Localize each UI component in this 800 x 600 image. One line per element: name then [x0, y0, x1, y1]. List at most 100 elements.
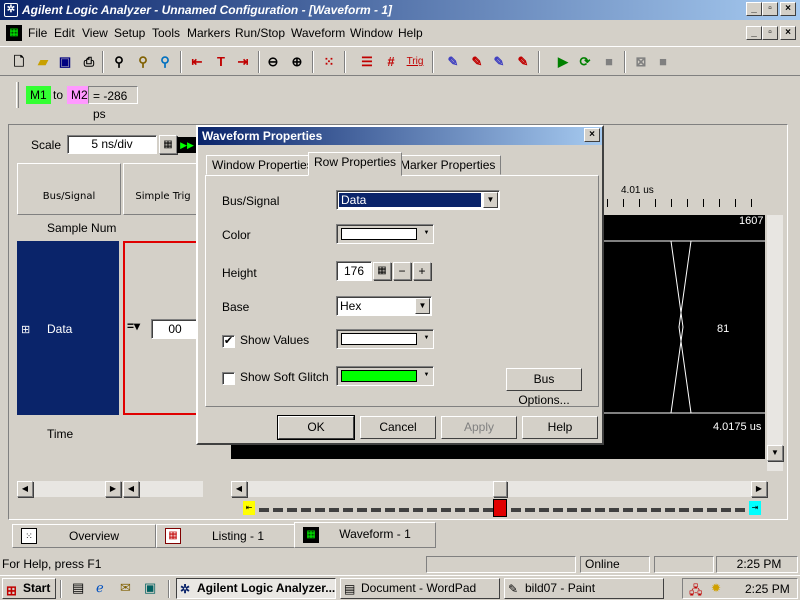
menu-view[interactable]: View — [82, 26, 108, 40]
cancel-icon[interactable]: ⊠ — [632, 53, 650, 71]
menu-setup[interactable]: Setup — [114, 26, 145, 40]
open-folder-icon[interactable]: ▰ — [34, 53, 52, 71]
mdi-document-icon[interactable]: ▦ — [6, 25, 22, 41]
glitch-color-picker[interactable]: ▼ — [336, 366, 434, 386]
new-icon[interactable]: 🗋 — [10, 53, 28, 71]
trig-button[interactable]: Trig — [404, 53, 426, 71]
ok-button[interactable]: OK — [277, 415, 355, 440]
find-prev-icon[interactable]: ⚲ — [156, 53, 174, 71]
mixed-signal-icon[interactable]: ⁙ — [320, 53, 338, 71]
menu-file[interactable]: File — [28, 26, 47, 40]
start-button[interactable]: ⊞ Start — [2, 578, 56, 599]
cancel-button[interactable]: Cancel — [360, 416, 436, 439]
overview-start-icon[interactable]: ⇤ — [243, 501, 255, 515]
stop-square-icon[interactable]: ■ — [654, 53, 672, 71]
network-icon[interactable]: 🖧 — [689, 581, 702, 600]
calculator-icon[interactable]: ▦ — [159, 135, 177, 154]
marker-pen-3-icon[interactable]: ✎ — [490, 53, 508, 71]
base-dropdown-icon[interactable]: ▼ — [415, 298, 430, 314]
chevron-down-icon[interactable]: ▼ — [483, 192, 498, 208]
run-repetitive-icon[interactable]: ⟳ — [576, 53, 594, 71]
close-button[interactable]: × — [780, 2, 796, 16]
menu-markers[interactable]: Markers — [187, 26, 230, 40]
values-color-dropdown-icon[interactable]: ▼ — [421, 331, 432, 347]
height-decrement-button[interactable]: − — [393, 262, 411, 280]
child-restore-button[interactable]: ▫ — [762, 26, 778, 40]
glitch-color-dropdown-icon[interactable]: ▼ — [421, 368, 432, 384]
tab-waveform[interactable]: ▦ Waveform - 1 — [294, 522, 436, 548]
simple-trigger-column-header[interactable]: Simple Trig — [123, 185, 203, 211]
time-ruler[interactable]: 4.01 us — [605, 183, 765, 211]
child-close-button[interactable]: × — [780, 26, 796, 40]
task-paint[interactable]: ✎ bild07 - Paint — [504, 578, 664, 599]
trigger-cell[interactable]: =▾ 00 — [123, 241, 203, 415]
vertical-scrollbar[interactable]: ▼ — [767, 215, 783, 471]
tab-overview[interactable]: ⁙ Overview — [12, 524, 156, 548]
height-input[interactable]: 176 — [336, 261, 372, 281]
bus-options-button[interactable]: Bus Options... — [506, 368, 582, 407]
go-to-beginning-icon[interactable]: ⇤ — [188, 53, 206, 71]
equals-dropdown-icon[interactable]: =▾ — [127, 319, 140, 333]
menu-waveform[interactable]: Waveform — [291, 26, 345, 40]
window-title-bar[interactable]: ✲ Agilent Logic Analyzer - Unnamed Confi… — [0, 0, 800, 20]
explorer-icon[interactable]: ✉ — [120, 580, 131, 596]
base-select[interactable]: Hex ▼ — [336, 296, 432, 316]
tab-row-properties[interactable]: Row Properties — [308, 152, 403, 176]
find-next-icon[interactable]: ⚲ — [134, 53, 152, 71]
save-icon[interactable]: ▣ — [56, 53, 74, 71]
expand-icon[interactable]: ⊞ — [21, 323, 30, 336]
internet-explorer-icon[interactable]: ℯ — [96, 580, 104, 596]
task-agilent[interactable]: ✲ Agilent Logic Analyzer... — [176, 578, 336, 599]
sun-icon[interactable]: ✹ — [711, 581, 721, 595]
go-to-end-icon[interactable]: ⇥ — [234, 53, 252, 71]
dialog-close-button[interactable]: × — [584, 128, 600, 142]
values-color-picker[interactable]: ▼ — [336, 329, 434, 349]
zoom-in-icon[interactable]: ⊕ — [288, 53, 306, 71]
tab-listing[interactable]: ▦ Listing - 1 — [156, 524, 300, 548]
menu-window[interactable]: Window — [350, 26, 393, 40]
restore-button[interactable]: ▫ — [762, 2, 778, 16]
tab-marker-properties[interactable]: Marker Properties — [394, 155, 502, 175]
stop-icon[interactable]: ■ — [600, 53, 618, 71]
task-wordpad[interactable]: ▤ Document - WordPad — [340, 578, 500, 599]
signal-grid-icon[interactable]: # — [382, 53, 400, 71]
apply-button[interactable]: Apply — [441, 416, 517, 439]
marker-pen-4-icon[interactable]: ✎ — [514, 53, 532, 71]
trigger-value-input[interactable]: 00 — [151, 319, 199, 339]
bus-signal-column-header[interactable]: Bus/Signal — [17, 185, 121, 211]
minimize-button[interactable]: _ — [746, 2, 762, 16]
color-dropdown-icon[interactable]: ▼ — [421, 226, 432, 242]
waveform-nav-icon[interactable]: ▶▶ — [177, 137, 197, 153]
data-row-label[interactable]: ⊞ Data — [17, 241, 119, 415]
color-picker[interactable]: ▼ — [336, 224, 434, 244]
show-soft-glitch-checkbox[interactable] — [222, 372, 235, 385]
show-values-checkbox[interactable]: ✔ — [222, 335, 235, 348]
menu-run-stop[interactable]: Run/Stop — [235, 26, 285, 40]
wave-scroll-left-icon[interactable]: ◀ — [231, 481, 247, 497]
help-button[interactable]: Help — [522, 416, 598, 439]
overview-strip[interactable]: ⇤ ⇥ — [243, 499, 761, 517]
scroll-left-icon[interactable]: ◀ — [17, 481, 33, 497]
trigger-column-scrollbar[interactable]: ◀ — [123, 481, 203, 497]
marker-pen-2-icon[interactable]: ✎ — [468, 53, 486, 71]
child-minimize-button[interactable]: _ — [746, 26, 762, 40]
menu-tools[interactable]: Tools — [152, 26, 180, 40]
wave-scroll-right-icon[interactable]: ▶ — [751, 481, 767, 497]
waveform-scrollbar[interactable]: ◀ ▶ — [231, 481, 767, 497]
scroll-left-icon-2[interactable]: ◀ — [123, 481, 139, 497]
bus-column-scrollbar[interactable]: ◀ ▶ — [17, 481, 121, 497]
marker-pen-1-icon[interactable]: ✎ — [444, 53, 462, 71]
scroll-right-icon[interactable]: ▶ — [105, 481, 121, 497]
height-increment-button[interactable]: + — [413, 262, 431, 280]
m1-badge[interactable]: M1 — [26, 86, 51, 104]
terminal-icon[interactable]: ▣ — [144, 580, 156, 596]
zoom-out-icon[interactable]: ⊖ — [264, 53, 282, 71]
dialog-title-bar[interactable]: Waveform Properties × — [198, 127, 602, 145]
go-to-trigger-icon[interactable]: T — [212, 53, 230, 71]
bus-signal-select[interactable]: Data ▼ — [336, 190, 500, 210]
overview-end-icon[interactable]: ⇥ — [749, 501, 761, 515]
menu-help[interactable]: Help — [398, 26, 423, 40]
overview-trigger-marker[interactable] — [493, 499, 507, 517]
show-desktop-icon[interactable]: ▤ — [72, 580, 84, 596]
bus-list-icon[interactable]: ☰ — [358, 53, 376, 71]
